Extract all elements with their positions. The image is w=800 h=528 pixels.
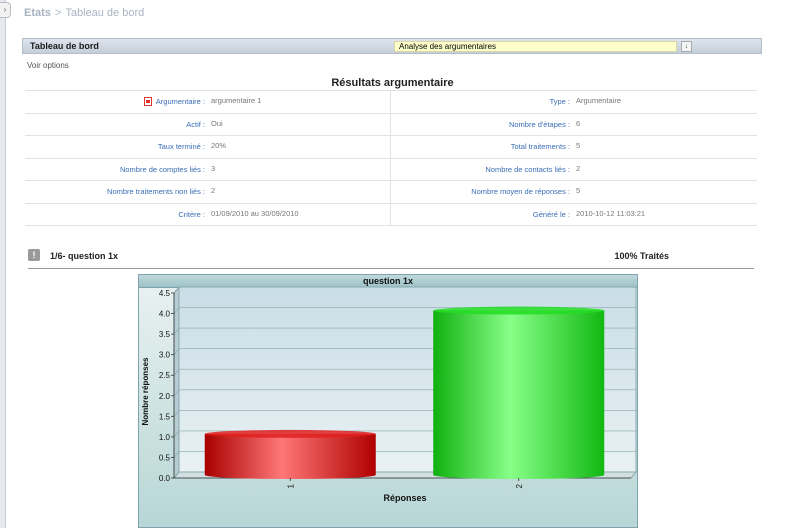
results-left-value-text: Oui bbox=[211, 118, 223, 128]
breadcrumb: Etats > Tableau de bord bbox=[24, 7, 144, 19]
results-left-label-text: Argumentaire : bbox=[155, 97, 205, 107]
results-left-value: argumentaire 1 bbox=[209, 90, 391, 114]
y-tick-label: 0.0 bbox=[159, 474, 171, 483]
y-tick-label: 3.0 bbox=[159, 351, 171, 360]
results-left-label-text: Actif : bbox=[186, 119, 205, 129]
y-tick-label: 4.0 bbox=[159, 310, 171, 319]
bar-top bbox=[433, 306, 605, 315]
results-right-label: Nombre moyen de réponses : bbox=[390, 180, 574, 204]
results-right-value: 6 bbox=[574, 112, 757, 136]
results-right-value: 2 bbox=[574, 157, 757, 181]
results-right-label-text: Nombre d'étapes : bbox=[508, 119, 570, 129]
results-right-value-text: 5 bbox=[576, 186, 581, 195]
results-right-value-text: 2 bbox=[576, 163, 581, 173]
chart-side-wall bbox=[173, 285, 180, 480]
results-right-label: Type : bbox=[390, 90, 574, 114]
results-left-label-text: Taux terminé : bbox=[157, 142, 205, 152]
question-header: ! 1/6- question 1x 100% Traités bbox=[28, 249, 754, 269]
results-row: Actif : Oui Nombre d'étapes : 6 bbox=[25, 112, 757, 136]
x-axis-label: Réponses bbox=[383, 493, 426, 503]
results-left-value: 20% bbox=[209, 135, 391, 159]
results-title: Résultats argumentaire bbox=[331, 77, 454, 89]
results-row: Argumentaire : argumentaire 1 Type : Argume… bbox=[25, 90, 757, 114]
results-right-label-text: Nombre moyen de réponses : bbox=[471, 187, 570, 197]
results-right-value-text: 2010-10-12 11:03:21 bbox=[576, 208, 646, 218]
answers-chart: question 1x 0.0 0.5 1.0 1.5 2.0 2.5 3.0 3.5 4.0 4… bbox=[138, 274, 638, 528]
y-axis-label: Nombre réponses bbox=[141, 357, 150, 426]
dashboard-title: Tableau de bord bbox=[30, 41, 99, 51]
results-right-label: Généré le : bbox=[390, 202, 574, 226]
results-left-label-text: Nombre traitements non liés : bbox=[107, 187, 205, 197]
results-left-label: Critère : bbox=[25, 202, 209, 226]
results-right-label: Total traitements : bbox=[390, 135, 574, 159]
results-row: Taux terminé : 20% Total traitements : 5 bbox=[25, 135, 757, 159]
dashboard-header: Tableau de bord Analyse des argumentaire… bbox=[22, 38, 762, 54]
results-table: Argumentaire : argumentaire 1 Type : Argume… bbox=[25, 90, 757, 226]
y-tick-label: 4.5 bbox=[159, 289, 171, 298]
breadcrumb-root[interactable]: Etats bbox=[24, 7, 51, 19]
x-tick-label: 2 bbox=[515, 483, 524, 488]
report-select[interactable]: Analyse des argumentaires bbox=[394, 41, 677, 52]
results-right-value: 5 bbox=[574, 180, 757, 204]
results-right-label-text: Généré le : bbox=[532, 209, 570, 219]
results-left-value-text: 2 bbox=[211, 186, 216, 195]
chart-plot: 0.0 0.5 1.0 1.5 2.0 2.5 3.0 3.5 4.0 4.5 1 2 Réponses… bbox=[141, 285, 637, 503]
question-status: 100% Traités bbox=[614, 251, 669, 261]
results-left-value: Oui bbox=[209, 112, 391, 136]
y-tick-label: 3.5 bbox=[159, 330, 171, 339]
results-right-value-text: 5 bbox=[576, 141, 581, 150]
results-left-label-text: Critère : bbox=[178, 209, 205, 219]
options-link[interactable]: Voir options bbox=[27, 61, 69, 70]
results-left-value: 2 bbox=[209, 180, 391, 204]
results-left-label-text: Nombre de comptes liés : bbox=[119, 164, 205, 174]
results-right-label-text: Nombre de contacts liés : bbox=[485, 164, 570, 174]
results-right-value: 2010-10-12 11:03:21 bbox=[574, 202, 757, 226]
results-row: Nombre traitements non liés : 2 Nombre moy… bbox=[25, 180, 757, 204]
results-left-label: Nombre de comptes liés : bbox=[25, 157, 209, 181]
results-row: Critère : 01/09/2010 au 30/09/2010 Généré … bbox=[25, 202, 757, 226]
select-arrow-icon[interactable]: ↓ bbox=[681, 41, 692, 52]
y-tick-label: 2.5 bbox=[159, 371, 171, 380]
results-left-value-text: 20% bbox=[211, 141, 227, 150]
y-tick-label: 2.0 bbox=[159, 392, 171, 401]
x-tick-label: 1 bbox=[286, 483, 295, 488]
results-left-label: Taux terminé : bbox=[25, 135, 209, 159]
results-left-value-text: 3 bbox=[211, 163, 216, 173]
results-left-label: Actif : bbox=[25, 112, 209, 136]
results-right-value-text: 6 bbox=[576, 118, 581, 128]
question-info-icon[interactable]: ! bbox=[28, 249, 40, 261]
results-right-value: 5 bbox=[574, 135, 757, 159]
bar-body bbox=[204, 433, 376, 479]
results-right-label-text: Type : bbox=[549, 97, 570, 107]
pdf-icon[interactable] bbox=[143, 97, 152, 107]
results-left-value-text: argumentaire 1 bbox=[211, 96, 262, 105]
y-tick-label: 1.0 bbox=[159, 433, 171, 442]
results-row: Nombre de comptes liés : 3 Nombre de conta… bbox=[25, 157, 757, 181]
question-label: 1/6- question 1x bbox=[50, 251, 119, 261]
results-left-label: Nombre traitements non liés : bbox=[25, 180, 209, 204]
breadcrumb-current: Tableau de bord bbox=[65, 7, 145, 19]
results-right-label-text: Total traitements : bbox=[510, 142, 570, 152]
results-right-value-text: Argumentaire bbox=[576, 96, 622, 105]
results-left-value: 01/09/2010 au 30/09/2010 bbox=[209, 202, 391, 226]
bar-body bbox=[433, 310, 605, 479]
results-left-value-text: 01/09/2010 au 30/09/2010 bbox=[211, 208, 299, 218]
results-right-label: Nombre d'étapes : bbox=[390, 112, 574, 136]
collapse-panel-button[interactable]: › bbox=[0, 2, 11, 18]
y-tick-label: 1.5 bbox=[159, 412, 171, 421]
results-right-label: Nombre de contacts liés : bbox=[390, 157, 574, 181]
results-right-value: Argumentaire bbox=[574, 90, 757, 114]
results-left-label: Argumentaire : bbox=[25, 90, 209, 114]
results-left-value: 3 bbox=[209, 157, 391, 181]
breadcrumb-separator: > bbox=[54, 7, 62, 19]
bar-top bbox=[204, 429, 376, 438]
y-tick-label: 0.5 bbox=[159, 453, 171, 462]
